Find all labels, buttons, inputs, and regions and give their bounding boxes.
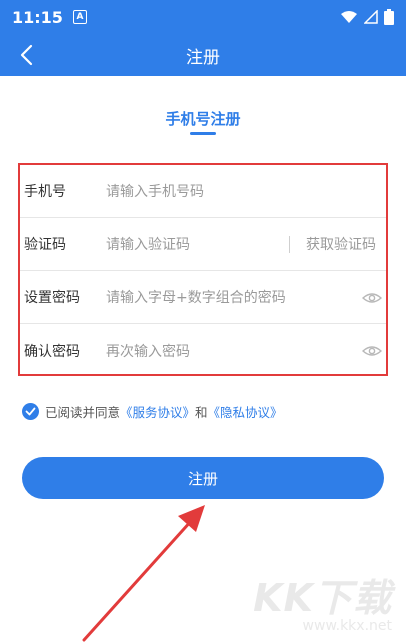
- password-row: 设置密码 请输入字母+数字组合的密码: [20, 271, 386, 324]
- cellular-signal-icon: [364, 10, 378, 24]
- tab-underline: [190, 132, 216, 135]
- wifi-icon: [341, 11, 357, 23]
- phone-label: 手机号: [24, 184, 66, 200]
- code-row: 验证码 请输入验证码 获取验证码: [20, 218, 386, 271]
- battery-icon: [384, 9, 394, 25]
- status-time: 11:15: [12, 7, 63, 27]
- phone-row: 手机号 请输入手机号码: [20, 165, 386, 218]
- status-icons: [340, 9, 394, 25]
- notification-badge: A: [72, 10, 87, 24]
- confirm-password-input[interactable]: 再次输入密码: [106, 341, 386, 361]
- get-code-button[interactable]: 获取验证码: [306, 234, 376, 254]
- agreement-and: 和: [195, 405, 208, 420]
- code-label: 验证码: [24, 237, 66, 253]
- password-label: 设置密码: [24, 290, 80, 306]
- watermark: KK下载 www.kkx.net: [253, 567, 392, 634]
- agreement-prefix: 已阅读并同意: [45, 405, 121, 420]
- agreement-checkbox[interactable]: [22, 403, 39, 420]
- status-bar: 11:15 A: [0, 0, 406, 34]
- register-button[interactable]: 注册: [22, 457, 384, 499]
- back-arrow-icon[interactable]: [12, 40, 42, 70]
- agreement-row: 已阅读并同意 《服务协议》 和 《隐私协议》: [22, 402, 283, 421]
- phone-input[interactable]: 请输入手机号码: [106, 181, 386, 201]
- registration-form: 手机号 请输入手机号码 验证码 请输入验证码 获取验证码 设置密码 请输入字母+…: [18, 163, 388, 376]
- code-divider: [289, 236, 290, 253]
- confirm-password-row: 确认密码 再次输入密码: [20, 324, 386, 377]
- registration-method-tab: 手机号注册: [165, 110, 241, 128]
- privacy-agreement-link[interactable]: 《隐私协议》: [208, 402, 283, 421]
- eye-icon[interactable]: [362, 341, 382, 361]
- page-title: 注册: [186, 47, 220, 68]
- app-bar: 注册: [0, 34, 406, 76]
- watermark-logo: KK下载: [253, 576, 392, 620]
- eye-icon[interactable]: [362, 288, 382, 308]
- service-agreement-link[interactable]: 《服务协议》: [120, 402, 195, 421]
- password-input[interactable]: 请输入字母+数字组合的密码: [106, 287, 386, 307]
- checkmark-icon: [25, 407, 36, 416]
- confirm-password-label: 确认密码: [24, 343, 80, 360]
